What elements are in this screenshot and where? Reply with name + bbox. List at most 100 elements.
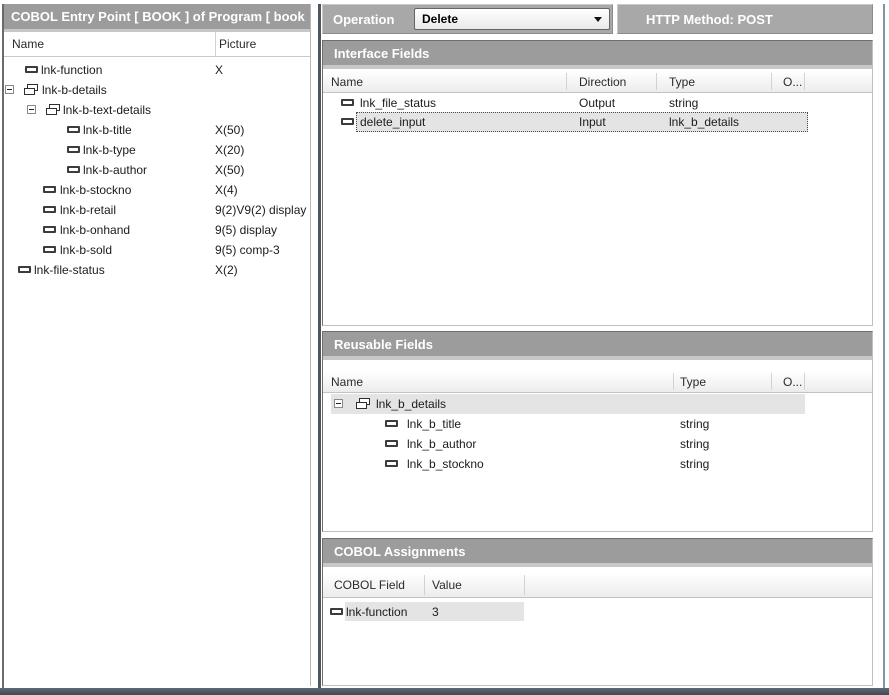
left-column-header-row: Name Picture [4,32,310,57]
column-header-cobol-field[interactable]: COBOL Field [334,573,405,597]
column-divider[interactable] [771,73,772,90]
field-name: lnk_b_title [407,414,461,434]
app-window: COBOL Entry Point [ BOOK ] of Program [ … [0,0,889,695]
field-name: lnk_b_stockno [407,454,484,474]
field-name: lnk_file_status [360,93,436,112]
tree-row[interactable]: lnk-b-title X(50) [4,120,310,140]
column-divider[interactable] [804,373,805,390]
section-title: Interface Fields [334,41,429,65]
column-header-value[interactable]: Value [432,573,462,597]
tree-row[interactable]: lnk-b-stockno X(4) [4,180,310,200]
picture-value: X(2) [215,260,238,280]
minus-expander-icon[interactable] [5,85,14,94]
field-type: string [669,93,698,112]
column-header-occurs[interactable]: O... [783,371,802,392]
tree-row[interactable]: lnk-b-author X(50) [4,160,310,180]
field-direction: Input [579,112,606,131]
tree-row[interactable]: lnk-b-retail 9(2)V9(2) display [4,200,310,220]
field-icon [385,420,398,427]
tree-row[interactable]: lnk_b_author string [323,434,872,454]
tree-item-label: lnk-b-type [83,140,136,160]
column-header-picture[interactable]: Picture [219,32,256,56]
http-method-label: HTTP Method: POST [646,5,773,33]
field-icon [25,66,38,73]
tree-item-label: lnk-b-text-details [63,100,151,120]
tree-row[interactable]: lnk-b-type X(20) [4,140,310,160]
interface-fields-section: Interface Fields Name Direction Type O..… [322,40,873,326]
field-icon [341,118,354,125]
tree-row[interactable]: lnk-function X [4,60,310,80]
tree-row[interactable]: lnk-b-details [4,80,310,100]
field-icon [341,99,354,106]
operation-select[interactable]: Delete [414,8,610,30]
field-icon [43,206,56,213]
cobol-assignments-section: COBOL Assignments COBOL Field Value lnk-… [322,538,873,686]
field-icon [43,186,56,193]
field-type: string [680,454,709,474]
table-row-selected[interactable]: delete_input Input lnk_b_details [323,112,872,131]
tree-row[interactable]: lnk-b-onhand 9(5) display [4,220,310,240]
cobol-entry-point-title: COBOL Entry Point [ BOOK ] of Program [ … [4,4,310,32]
column-header-row: COBOL Field Value [323,573,872,598]
field-icon [67,166,80,173]
field-icon [385,440,398,447]
cobol-field-name: lnk-function [346,602,407,621]
column-divider[interactable] [804,73,805,90]
picture-value: X(20) [215,140,244,160]
field-type: lnk_b_details [669,112,739,131]
tree-item-label: lnk-file-status [34,260,105,280]
column-divider[interactable] [215,32,216,56]
picture-value: X(4) [215,180,238,200]
field-icon [330,608,343,615]
tree-row[interactable]: lnk-file-status X(2) [4,260,310,280]
column-header-name[interactable]: Name [331,371,363,392]
section-header: Reusable Fields [323,332,872,360]
table-row-highlighted[interactable]: lnk-function 3 [323,602,872,621]
cobol-field-value[interactable]: 3 [432,602,439,621]
tree-row[interactable]: lnk-b-sold 9(5) comp-3 [4,240,310,260]
tree-item-label: lnk-b-onhand [60,220,130,240]
column-divider[interactable] [524,575,525,595]
column-header-row: Name Direction Type O... [323,71,872,93]
panel-sash[interactable] [318,4,321,688]
tree-item-label: lnk-b-stockno [60,180,131,200]
tree-item-label: lnk-b-retail [60,200,116,220]
struct-icon [23,84,39,96]
field-name: lnk_b_author [407,434,476,454]
column-header-type[interactable]: Type [680,371,706,392]
column-divider[interactable] [771,373,772,390]
column-divider[interactable] [424,575,425,595]
operation-selected-value: Delete [422,12,458,26]
reusable-fields-section: Reusable Fields Name Type O... lnk_b_det… [322,331,873,532]
operation-toolbar: Operation Delete [322,4,613,34]
field-icon [67,126,80,133]
field-name: delete_input [360,112,425,131]
field-icon [385,460,398,467]
column-divider[interactable] [656,73,657,90]
column-header-name[interactable]: Name [331,71,363,92]
column-header-type[interactable]: Type [669,71,695,92]
tree-row[interactable]: lnk_b_title string [323,414,872,434]
column-header-occurs[interactable]: O... [783,71,802,92]
tree-row[interactable]: lnk-b-text-details [4,100,310,120]
minus-expander-icon[interactable] [27,105,36,114]
section-header: Interface Fields [323,41,872,69]
section-title: COBOL Assignments [334,539,465,563]
struct-icon [355,398,371,410]
column-header-row: Name Type O... [323,371,872,393]
tree-item-label: lnk-function [41,60,102,80]
tree-item-label: lnk-b-sold [60,240,112,260]
minus-expander-icon[interactable] [334,399,343,408]
column-header-name[interactable]: Name [12,32,44,56]
column-header-direction[interactable]: Direction [579,71,626,92]
column-divider[interactable] [566,73,567,90]
field-icon [43,226,56,233]
field-direction: Output [579,93,615,112]
chevron-down-icon[interactable] [594,17,602,22]
tree-row[interactable]: lnk_b_stockno string [323,454,872,474]
column-divider[interactable] [673,373,674,390]
field-type: string [680,414,709,434]
tree-row-highlighted[interactable]: lnk_b_details [323,394,872,414]
tree-item-label: lnk-b-title [83,120,132,140]
table-row[interactable]: lnk_file_status Output string [323,93,872,112]
